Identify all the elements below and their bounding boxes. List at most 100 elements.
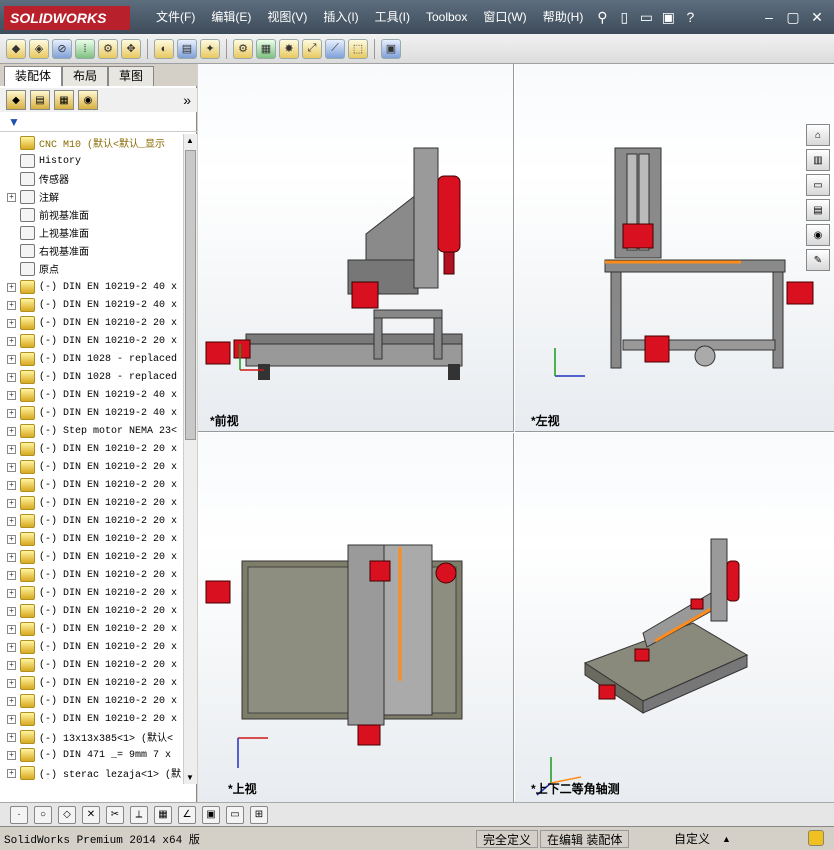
help-icon[interactable]: ? (679, 6, 701, 28)
expand-icon[interactable]: + (7, 624, 16, 634)
smart-fasteners-icon[interactable]: ⚙ (98, 38, 118, 59)
tree-row[interactable]: + (-) Step motor NEMA 23< (0, 422, 183, 440)
notification-icon[interactable] (808, 830, 824, 846)
front-view-pane[interactable]: *前视 (198, 64, 514, 432)
cross-icon[interactable]: ✕ (82, 805, 100, 824)
explode-line-icon[interactable]: ⤢ (302, 38, 322, 59)
tree-row[interactable]: + (-) DIN 471 _= 9mm 7 x (0, 746, 183, 764)
expand-icon[interactable]: + (7, 444, 16, 454)
move-component-icon[interactable]: ✥ (121, 38, 141, 59)
tab-layout[interactable]: 布局 (62, 66, 109, 86)
scroll-up-icon[interactable]: ▲ (186, 136, 194, 145)
expand-icon[interactable]: + (7, 642, 16, 652)
expand-icon[interactable]: + (7, 678, 16, 688)
display-manager-icon[interactable]: ◉ (78, 90, 98, 110)
single-view-icon[interactable]: ▭ (226, 805, 244, 824)
expand-icon[interactable]: + (7, 534, 16, 544)
tree-row[interactable]: + (-) DIN 1028 - replaced (0, 350, 183, 368)
expand-icon[interactable]: + (7, 588, 16, 598)
menu-window[interactable]: 窗口(W) (475, 4, 534, 30)
expand-icon[interactable]: + (7, 318, 16, 328)
expand-icon[interactable]: + (7, 354, 16, 364)
menu-view[interactable]: 视图(V) (259, 4, 315, 30)
tree-row[interactable]: 传感器 (0, 170, 183, 188)
expand-panel-icon[interactable]: » (183, 92, 191, 108)
mate-icon[interactable]: ⊘ (52, 38, 72, 59)
menu-tools[interactable]: 工具(I) (367, 4, 418, 30)
menu-toolbox[interactable]: Toolbox (418, 4, 475, 30)
home-icon[interactable]: ⌂ (806, 124, 830, 146)
menu-insert[interactable]: 插入(I) (315, 4, 366, 30)
reference-geometry-icon[interactable]: ✦ (200, 38, 220, 59)
tree-row[interactable]: 前视基准面 (0, 206, 183, 224)
tree-row[interactable]: + (-) DIN EN 10210-2 20 x (0, 656, 183, 674)
tree-row[interactable]: 右视基准面 (0, 242, 183, 260)
four-view-icon[interactable]: ⊞ (250, 805, 268, 824)
speedpak-icon[interactable]: ⬚ (348, 38, 368, 59)
tree-row[interactable]: + (-) DIN EN 10210-2 20 x (0, 458, 183, 476)
shaded-view-icon[interactable]: ▣ (202, 805, 220, 824)
expand-icon[interactable]: + (7, 426, 16, 436)
menu-file[interactable]: 文件(F) (148, 4, 203, 30)
tree-row[interactable]: 上视基准面 (0, 224, 183, 242)
menu-help[interactable]: 帮助(H) (535, 4, 592, 30)
design-library-icon[interactable]: ▥ (806, 149, 830, 171)
appearances-icon[interactable]: ◉ (806, 224, 830, 246)
feature-manager-icon[interactable]: ◆ (6, 90, 26, 110)
custom-properties-icon[interactable]: ✎ (806, 249, 830, 271)
expand-icon[interactable]: + (7, 462, 16, 472)
tree-row[interactable]: + (-) DIN EN 10210-2 20 x (0, 548, 183, 566)
tree-scrollbar[interactable]: ▲ ▼ (183, 134, 197, 784)
expand-icon[interactable]: + (7, 714, 16, 724)
tree-row[interactable]: + (-) DIN EN 10210-2 20 x (0, 530, 183, 548)
tree-row[interactable]: History (0, 152, 183, 170)
tree-row[interactable]: + (-) sterac lezaja<1> (默 (0, 764, 183, 782)
tree-row[interactable]: CNC M10 (默认<默认_显示 (0, 134, 183, 152)
iso-view-pane[interactable]: *上下二等角轴测 (515, 433, 834, 802)
expand-icon[interactable]: + (7, 408, 16, 418)
tree-row[interactable]: + (-) DIN EN 10210-2 20 x (0, 476, 183, 494)
tree-row[interactable]: + (-) DIN EN 10210-2 20 x (0, 512, 183, 530)
show-hidden-icon[interactable]: ◐ (154, 38, 174, 59)
tree-row[interactable]: + (-) DIN EN 10210-2 20 x (0, 710, 183, 728)
grid-icon[interactable]: ▦ (154, 805, 172, 824)
expand-icon[interactable]: + (7, 516, 16, 526)
minimize-icon[interactable]: – (758, 6, 780, 28)
expand-icon[interactable]: + (7, 606, 16, 616)
expand-icon[interactable]: + (7, 300, 16, 310)
expand-icon[interactable]: + (7, 336, 16, 346)
linear-pattern-icon[interactable]: ⁞ (75, 38, 95, 59)
tree-row[interactable]: + (-) DIN EN 10210-2 20 x (0, 674, 183, 692)
configuration-manager-icon[interactable]: ▦ (54, 90, 74, 110)
circle-icon[interactable]: ○ (34, 805, 52, 824)
expand-icon[interactable]: + (7, 282, 16, 292)
units-up-icon[interactable]: ▲ (722, 834, 731, 844)
left-view-pane[interactable]: *左视 (515, 64, 834, 432)
tree-row[interactable]: + (-) DIN EN 10219-2 40 x (0, 404, 183, 422)
angle-icon[interactable]: ∠ (178, 805, 196, 824)
take-snapshot-icon[interactable]: ▣ (381, 38, 401, 59)
tree-row[interactable]: + (-) DIN EN 10219-2 40 x (0, 386, 183, 404)
scroll-down-icon[interactable]: ▼ (186, 773, 194, 782)
graphics-area[interactable]: ⊕ ⊙ ↶ ▥ ◫ ▣ ◎ ◕ ☘ ▤ ▯ – ❐ ✕ (198, 64, 834, 802)
point-icon[interactable]: · (10, 805, 28, 824)
polygon-icon[interactable]: ◇ (58, 805, 76, 824)
smart-dimension-icon[interactable]: ⟂ (130, 805, 148, 824)
tree-row[interactable]: + (-) DIN EN 10210-2 20 x (0, 692, 183, 710)
new-document-icon[interactable]: ▯ (613, 6, 635, 28)
expand-icon[interactable]: + (7, 660, 16, 670)
top-view-pane[interactable]: *上视 (198, 433, 514, 802)
units-selector[interactable]: 自定义 (668, 830, 716, 848)
bill-of-materials-icon[interactable]: ▦ (256, 38, 276, 59)
tree-row[interactable]: + (-) 13x13x385<1> (默认< (0, 728, 183, 746)
tree-row[interactable]: + (-) DIN EN 10210-2 20 x (0, 584, 183, 602)
expand-icon[interactable]: + (7, 768, 16, 778)
assembly-features-icon[interactable]: ▤ (177, 38, 197, 59)
tab-assembly[interactable]: 装配体 (4, 66, 63, 86)
expand-icon[interactable]: + (7, 570, 16, 580)
tree-row[interactable]: + (-) DIN EN 10210-2 20 x (0, 566, 183, 584)
exploded-view-icon[interactable]: ✸ (279, 38, 299, 59)
expand-icon[interactable]: + (7, 732, 16, 742)
file-explorer-icon[interactable]: ▭ (806, 174, 830, 196)
tree-row[interactable]: + (-) DIN EN 10210-2 20 x (0, 638, 183, 656)
